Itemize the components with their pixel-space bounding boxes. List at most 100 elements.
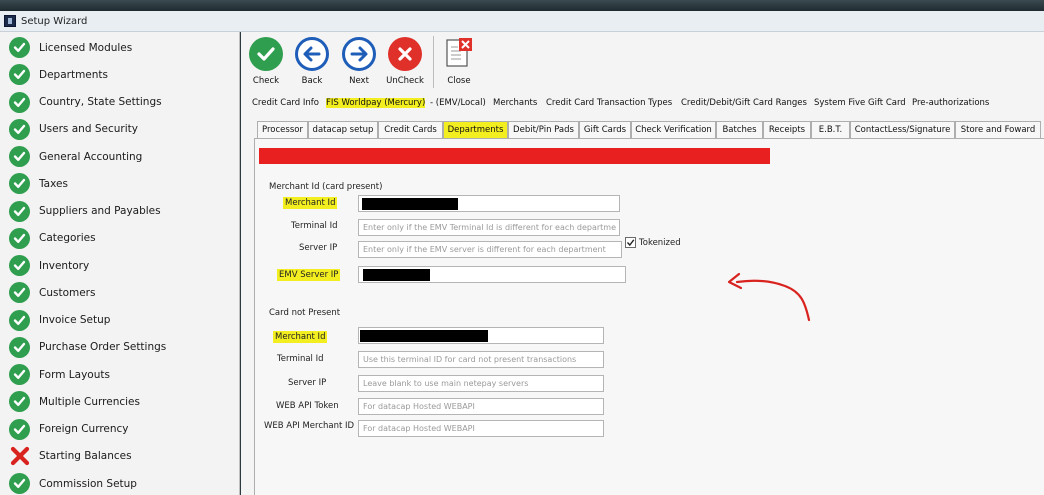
sidebar-item-taxes[interactable]: Taxes [0, 170, 238, 197]
tab-pre-authorizations[interactable]: Pre-authorizations [912, 98, 989, 108]
cnp-server-ip-field[interactable]: Leave blank to use main netepay servers [358, 375, 604, 392]
sidebar-item-label: Multiple Currencies [39, 395, 140, 408]
subtab-processor[interactable]: Processor [257, 121, 308, 139]
uncheck-label: UnCheck [386, 76, 424, 86]
sidebar-item-general-accounting[interactable]: General Accounting [0, 143, 238, 170]
subtab-datacap-setup[interactable]: datacap setup [308, 121, 378, 139]
tab-credit-card-info[interactable]: Credit Card Info [252, 98, 319, 108]
redacted-merchant-id [362, 198, 458, 210]
next-label: Next [349, 76, 369, 86]
title-bar: Setup Wizard [0, 11, 1044, 32]
web-api-merchant-field[interactable]: For datacap Hosted WEBAPI [358, 420, 604, 437]
uncheck-button[interactable]: UnCheck [385, 37, 425, 89]
x-circle-icon [388, 37, 422, 71]
sidebar-item-label: General Accounting [39, 150, 143, 163]
subtab-departments[interactable]: Departments [443, 121, 508, 139]
sidebar-item-categories[interactable]: Categories [0, 225, 238, 252]
server-ip-field[interactable]: Enter only if the EMV server is differen… [358, 241, 622, 258]
check-circle-icon [9, 418, 30, 440]
cnp-terminal-id-field[interactable]: Use this terminal ID for card not presen… [358, 351, 604, 368]
card-present-section-label: Merchant Id (card present) [269, 182, 383, 192]
arrow-right-icon [342, 37, 376, 71]
sidebar-item-starting-balances[interactable]: Starting Balances [0, 443, 238, 470]
sidebar-item-label: Suppliers and Payables [39, 205, 161, 217]
sidebar-item-licensed-modules[interactable]: Licensed Modules [0, 34, 238, 61]
check-circle-icon [9, 118, 30, 140]
subtab-batches[interactable]: Batches [716, 121, 763, 139]
close-button[interactable]: Close [439, 37, 479, 89]
departments-panel: Merchant Id (card present) Merchant Id T… [254, 138, 1044, 495]
sidebar-item-suppliers-and-payables[interactable]: Suppliers and Payables [0, 198, 238, 225]
sidebar-item-label: Commission Setup [39, 477, 137, 490]
check-circle-icon [9, 146, 30, 167]
top-strip [0, 0, 1044, 11]
subtab-contactless-signature[interactable]: ContactLess/Signature [850, 121, 955, 139]
emv-server-ip-label: EMV Server IP [277, 269, 341, 281]
sidebar-item-departments[interactable]: Departments [0, 61, 238, 88]
check-circle-icon [9, 282, 30, 304]
subtab-check-verification[interactable]: Check Verification [631, 121, 716, 139]
sidebar-item-customers[interactable]: Customers [0, 279, 238, 306]
toolbar-separator [433, 36, 434, 88]
back-label: Back [301, 76, 323, 86]
sidebar-item-country-state-settings[interactable]: Country, State Settings [0, 89, 238, 116]
tokenized-checkbox[interactable] [625, 237, 636, 248]
subtab-credit-cards[interactable]: Credit Cards [378, 121, 443, 139]
redacted-cnp-merchant-id [360, 330, 488, 342]
check-circle-icon [9, 255, 30, 276]
check-circle-icon [9, 336, 30, 358]
check-circle-icon [9, 200, 30, 222]
subtab-ebt[interactable]: E.B.T. [811, 121, 850, 139]
sidebar-item-commission-setup[interactable]: Commission Setup [0, 470, 238, 495]
tab-merchants[interactable]: Merchants [493, 98, 537, 108]
server-ip-label: Server IP [299, 243, 338, 253]
subtab-gift-cards[interactable]: Gift Cards [579, 121, 631, 139]
tab-credit-card-transaction-types[interactable]: Credit Card Transaction Types [546, 98, 672, 108]
check-button[interactable]: Check [246, 37, 286, 89]
x-mark-icon [9, 446, 30, 467]
check-label: Check [252, 76, 280, 86]
sidebar-item-label: Taxes [39, 177, 68, 190]
wizard-steps-sidebar: Licensed Modules Departments Country, Stat… [0, 32, 240, 495]
cnp-merchant-id-label: Merchant Id [273, 331, 328, 343]
arrow-left-icon [295, 37, 329, 71]
subtab-store-and-forward[interactable]: Store and Foward [955, 121, 1041, 139]
subtab-receipts[interactable]: Receipts [763, 121, 811, 139]
sidebar-item-label: Categories [39, 232, 96, 245]
sidebar-item-users-and-security[interactable]: Users and Security [0, 116, 238, 143]
check-circle-icon [9, 391, 30, 413]
check-circle-icon [9, 91, 30, 113]
redacted-emv-server-ip [363, 269, 430, 281]
sidebar-item-label: Form Layouts [39, 368, 110, 381]
terminal-id-field[interactable]: Enter only if the EMV Terminal Id is dif… [358, 219, 620, 236]
red-highlight-bar [259, 148, 770, 164]
web-api-token-field[interactable]: For datacap Hosted WEBAPI [358, 398, 604, 415]
sidebar-item-label: Departments [39, 68, 109, 81]
close-document-icon [444, 37, 474, 71]
sidebar-item-foreign-currency[interactable]: Foreign Currency [0, 416, 238, 443]
tab-card-ranges[interactable]: Credit/Debit/Gift Card Ranges [681, 98, 807, 108]
sidebar-item-label: Licensed Modules [39, 41, 133, 54]
check-circle-icon [9, 64, 30, 86]
tab-emv-local[interactable]: - (EMV/Local) [430, 98, 486, 108]
check-circle-icon [9, 37, 30, 58]
main-area: Check Back Next UnCheck Close Credit Car… [241, 32, 1044, 495]
sidebar-item-multiple-currencies[interactable]: Multiple Currencies [0, 388, 238, 415]
sidebar-item-label: Starting Balances [39, 450, 132, 463]
close-label: Close [447, 76, 471, 86]
check-circle-icon [9, 227, 30, 249]
cnp-terminal-id-label: Terminal Id [277, 354, 324, 364]
sidebar-item-label: Country, State Settings [39, 96, 162, 108]
tab-fis-worldpay[interactable]: FIS Worldpay (Mercury) [326, 98, 426, 108]
sidebar-item-inventory[interactable]: Inventory [0, 252, 238, 279]
back-button[interactable]: Back [292, 37, 332, 89]
app-icon [4, 15, 16, 27]
next-button[interactable]: Next [339, 37, 379, 89]
tokenized-label: Tokenized [639, 238, 681, 248]
sidebar-item-purchase-order-settings[interactable]: Purchase Order Settings [0, 334, 238, 361]
tab-system-five-gift-card[interactable]: System Five Gift Card [814, 98, 906, 108]
sidebar-item-invoice-setup[interactable]: Invoice Setup [0, 307, 238, 334]
sidebar-item-form-layouts[interactable]: Form Layouts [0, 361, 238, 388]
terminal-id-label: Terminal Id [291, 221, 338, 231]
subtab-debit-pin-pads[interactable]: Debit/Pin Pads [508, 121, 579, 139]
